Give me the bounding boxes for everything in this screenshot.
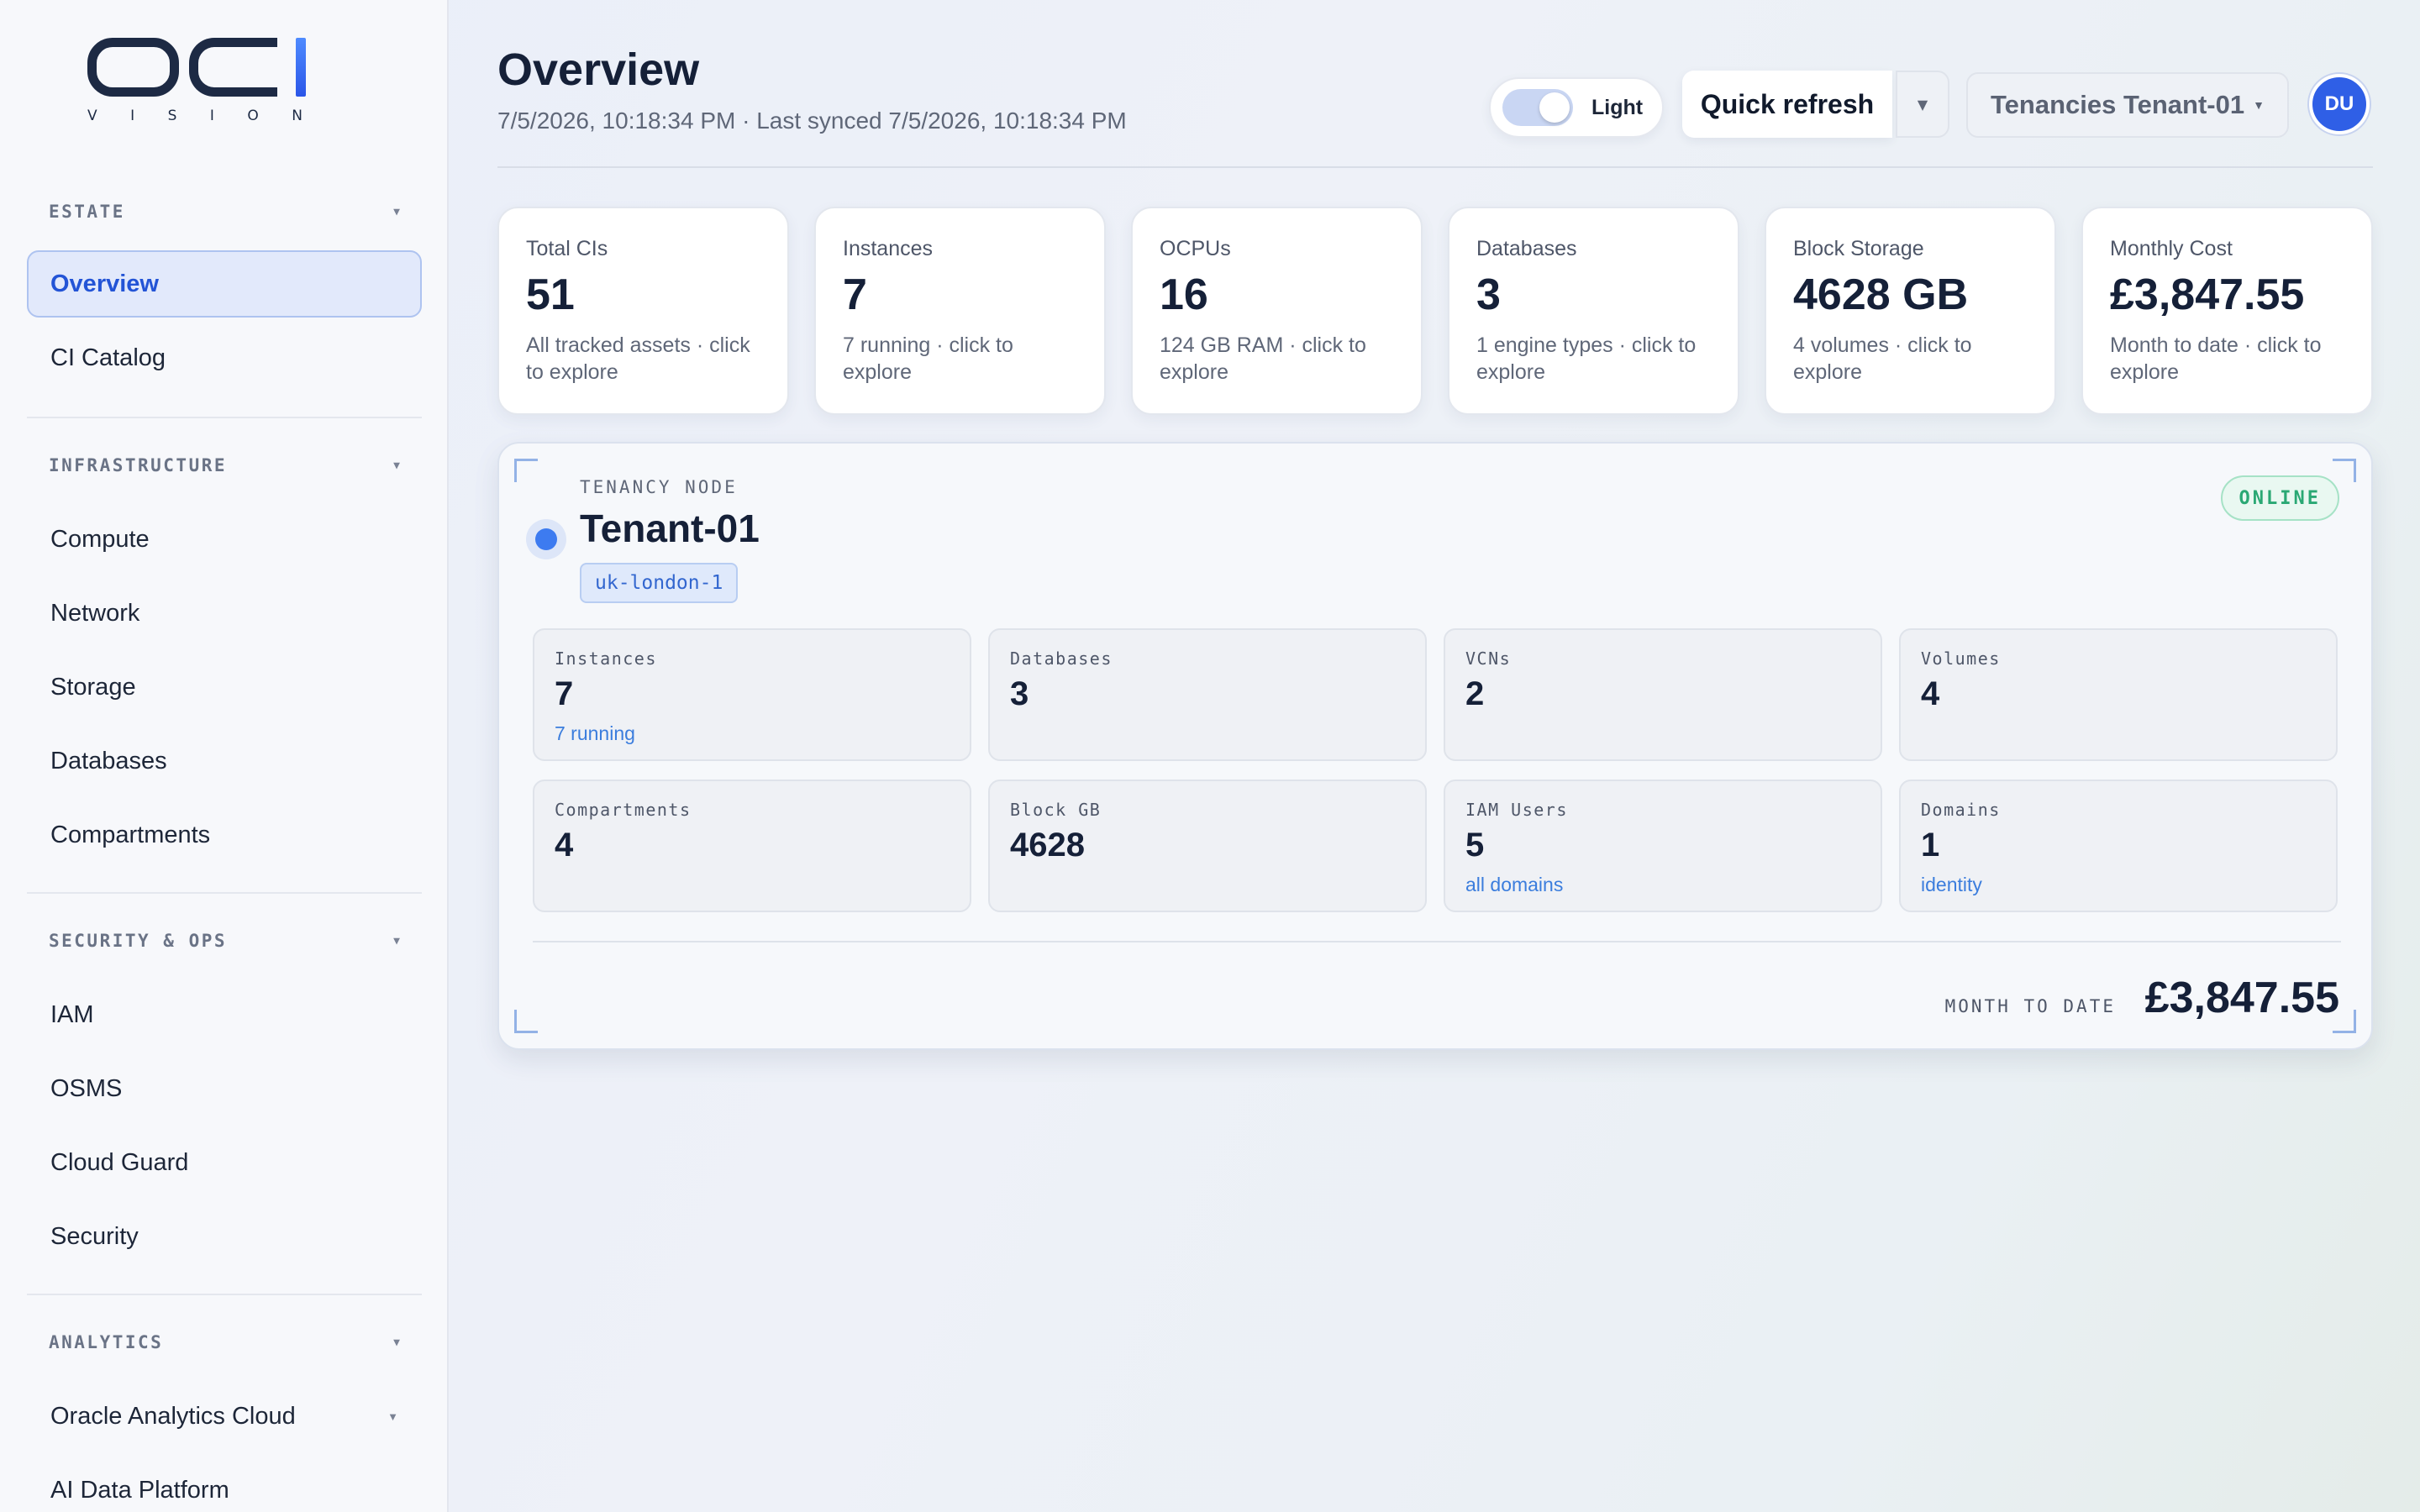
logo-wordmark <box>87 35 306 99</box>
kpi-card-monthly-cost[interactable]: Monthly Cost £3,847.55 Month to date · c… <box>2081 207 2373 415</box>
metric-tile-volumes[interactable]: Volumes 4 <box>1899 628 2338 761</box>
oci-vision-logo[interactable]: V I S I O N <box>87 35 306 136</box>
metric-tile-domains[interactable]: Domains 1 identity <box>1899 780 2338 912</box>
chevron-down-icon: ▼ <box>393 1336 400 1349</box>
page-title: Overview <box>497 45 700 95</box>
sidebar-item-osms[interactable]: OSMS <box>27 1055 422 1122</box>
sidebar-item-overview[interactable]: Overview <box>27 250 422 318</box>
sidebar-item-oracle-analytics-cloud[interactable]: Oracle Analytics Cloud ▼ <box>27 1383 422 1450</box>
refresh-options-button[interactable]: ▼ <box>1896 71 1949 138</box>
kpi-card-ocpus[interactable]: OCPUs 16 124 GB RAM · click to explore <box>1131 207 1423 415</box>
chevron-down-icon: ▼ <box>393 205 400 218</box>
status-dot-icon <box>526 519 566 559</box>
sidebar-item-cloud-guard[interactable]: Cloud Guard <box>27 1129 422 1196</box>
tenancy-selector-label: Tenancies Tenant-01 <box>1991 90 2245 119</box>
metric-tile-compartments[interactable]: Compartments 4 <box>533 780 971 912</box>
node-kicker: TENANCY NODE <box>580 477 738 497</box>
nav-divider <box>27 1294 422 1295</box>
section-header-estate[interactable]: ESTATE ▼ <box>27 195 422 228</box>
kpi-card-block-storage[interactable]: Block Storage 4628 GB 4 volumes · click … <box>1765 207 2056 415</box>
kpi-cards: Total CIs 51 All tracked assets · click … <box>497 207 2373 415</box>
logo-subtitle: V I S I O N <box>87 108 304 124</box>
tenancy-name: Tenant-01 <box>580 507 760 550</box>
sidebar-item-compute[interactable]: Compute <box>27 506 422 573</box>
logo-letter-o <box>87 38 180 97</box>
kpi-card-total-cis[interactable]: Total CIs 51 All tracked assets · click … <box>497 207 789 415</box>
chevron-down-icon: ▼ <box>393 459 400 472</box>
nav-section-analytics: ANALYTICS ▼ Oracle Analytics Cloud ▼ AI … <box>27 1326 422 1512</box>
theme-toggle[interactable]: Light <box>1489 77 1664 138</box>
nav-section-infrastructure: INFRASTRUCTURE ▼ Compute Network Storage… <box>27 449 422 869</box>
month-to-date-value: £3,847.55 <box>2144 974 2339 1022</box>
logo-letter-i <box>296 38 306 97</box>
kpi-card-databases[interactable]: Databases 3 1 engine types · click to ex… <box>1448 207 1739 415</box>
tenancy-metrics: Instances 7 7 running Databases 3 VCNs 2… <box>533 628 2341 912</box>
metric-tile-iam-users[interactable]: IAM Users 5 all domains <box>1444 780 1882 912</box>
toggle-knob <box>1539 92 1570 123</box>
chevron-down-icon: ▼ <box>2253 98 2265 112</box>
toggle-track <box>1502 89 1573 126</box>
sidebar-item-security[interactable]: Security <box>27 1203 422 1270</box>
sidebar-item-ai-data-platform[interactable]: AI Data Platform <box>27 1457 422 1512</box>
section-header-infrastructure[interactable]: INFRASTRUCTURE ▼ <box>27 449 422 482</box>
metric-tile-instances[interactable]: Instances 7 7 running <box>533 628 971 761</box>
section-header-analytics[interactable]: ANALYTICS ▼ <box>27 1326 422 1359</box>
metric-tile-databases[interactable]: Databases 3 <box>988 628 1427 761</box>
sidebar-item-storage[interactable]: Storage <box>27 654 422 721</box>
nav-divider <box>27 417 422 418</box>
metric-tile-block-gb[interactable]: Block GB 4628 <box>988 780 1427 912</box>
tenancy-node-card[interactable]: TENANCY NODE Tenant-01 uk-london-1 ONLIN… <box>497 442 2373 1050</box>
chevron-down-icon: ▼ <box>393 934 400 948</box>
chevron-down-icon: ▼ <box>1917 96 1928 113</box>
nav-section-security-ops: SECURITY & OPS ▼ IAM OSMS Cloud Guard Se… <box>27 924 422 1270</box>
sidebar-item-databases[interactable]: Databases <box>27 727 422 795</box>
sidebar-item-network[interactable]: Network <box>27 580 422 647</box>
chevron-down-icon: ▼ <box>387 1410 398 1423</box>
node-divider <box>533 941 2341 942</box>
corner-bracket <box>2333 459 2356 482</box>
quick-refresh-button[interactable]: Quick refresh <box>1682 71 1892 138</box>
kpi-card-instances[interactable]: Instances 7 7 running · click to explore <box>814 207 1106 415</box>
nav-section-estate: ESTATE ▼ Overview CI Catalog <box>27 195 422 391</box>
tenancy-selector[interactable]: Tenancies Tenant-01 ▼ <box>1966 72 2289 138</box>
month-to-date-label: MONTH TO DATE <box>1944 996 2116 1016</box>
status-badge: ONLINE <box>2220 475 2339 521</box>
sync-timestamp: 7/5/2026, 10:18:34 PM · Last synced 7/5/… <box>497 108 1127 134</box>
logo-letter-c <box>189 38 278 97</box>
sidebar-item-compartments[interactable]: Compartments <box>27 801 422 869</box>
sidebar-item-iam[interactable]: IAM <box>27 981 422 1048</box>
section-header-security-ops[interactable]: SECURITY & OPS ▼ <box>27 924 422 958</box>
header-divider <box>497 166 2373 168</box>
sidebar: V I S I O N ESTATE ▼ Overview CI Catalog… <box>0 0 449 1512</box>
nav-divider <box>27 892 422 894</box>
corner-bracket <box>514 1010 538 1033</box>
region-badge: uk-london-1 <box>580 563 739 603</box>
sidebar-item-ci-catalog[interactable]: CI Catalog <box>27 324 422 391</box>
user-avatar[interactable]: DU <box>2309 74 2370 134</box>
corner-bracket <box>514 459 538 482</box>
theme-label: Light <box>1591 95 1644 119</box>
metric-tile-vcns[interactable]: VCNs 2 <box>1444 628 1882 761</box>
